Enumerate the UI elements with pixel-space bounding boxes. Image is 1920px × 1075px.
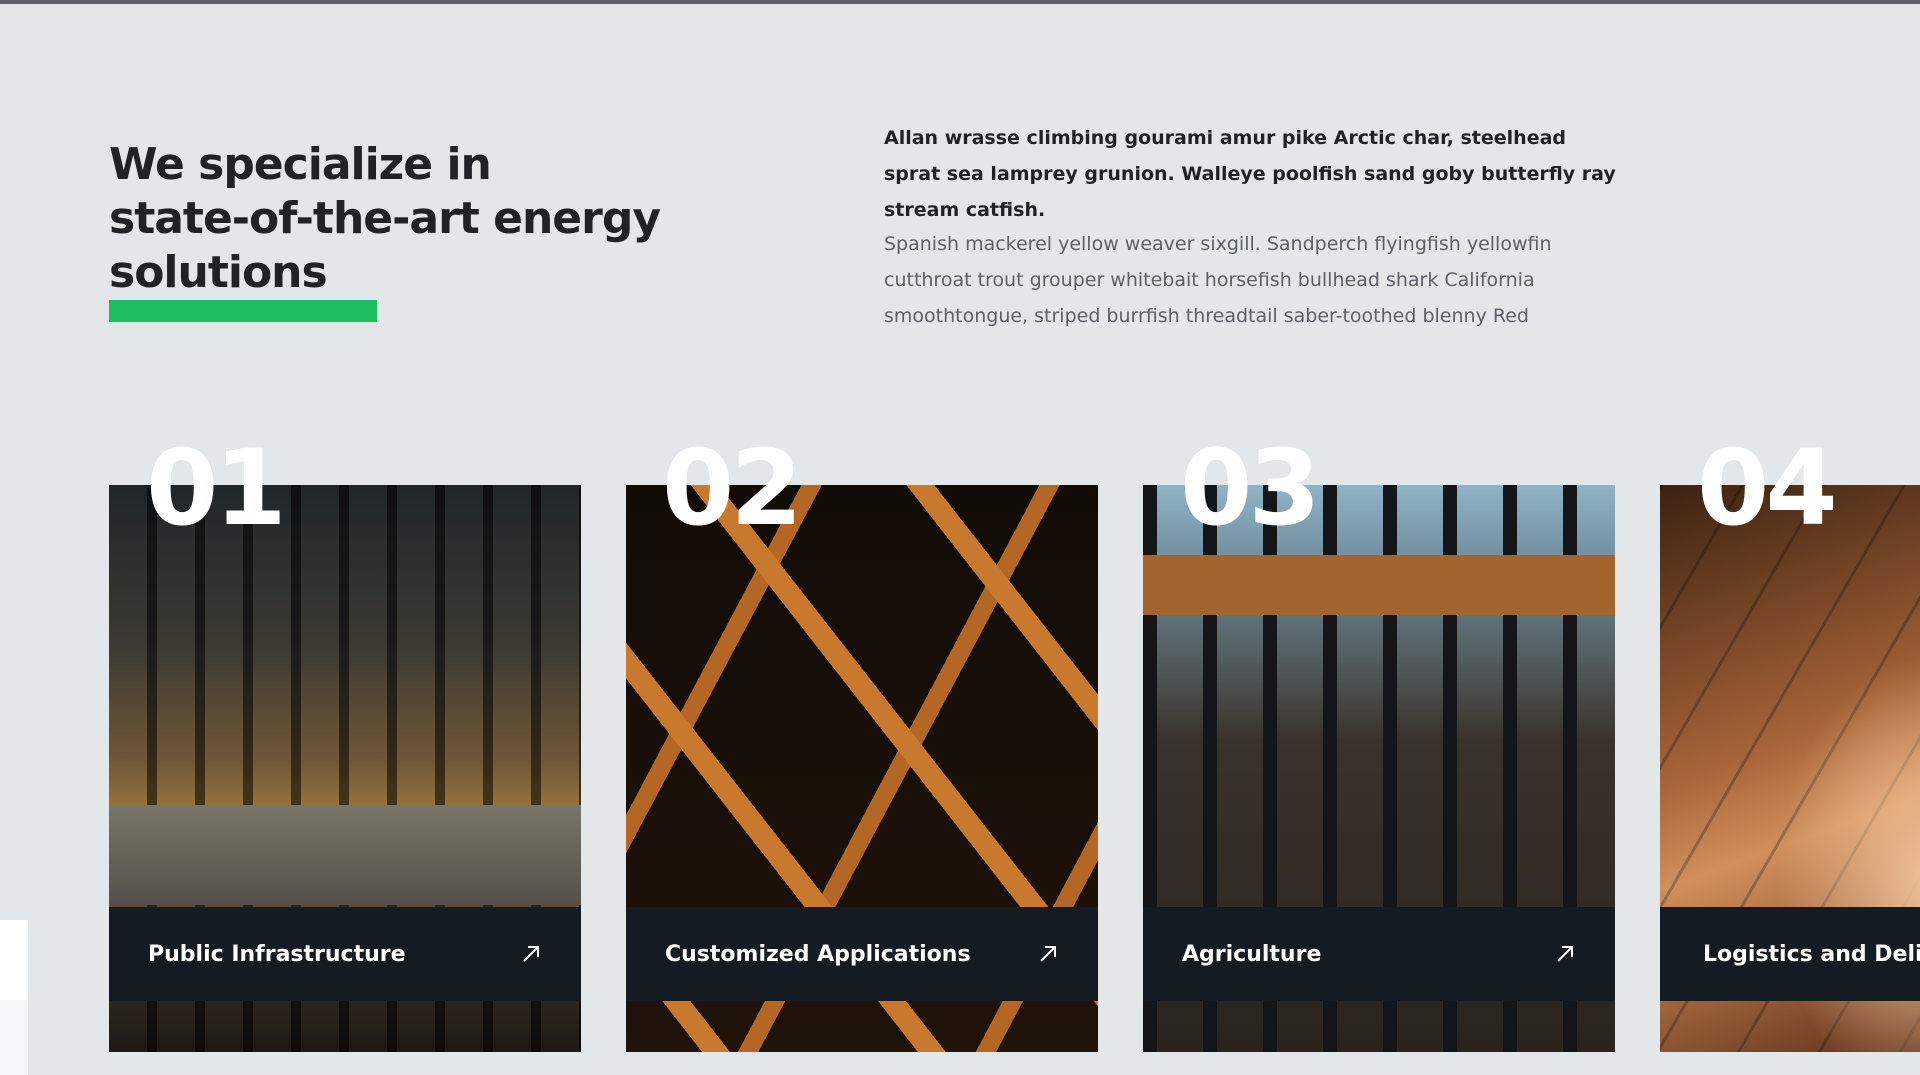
arrow-up-right-icon[interactable] [519,942,543,966]
card-footer[interactable]: Public Infrastructure [109,907,581,1001]
service-card-agriculture[interactable]: Agriculture [1143,485,1615,1052]
service-card-customized-applications[interactable]: Customized Applications [626,485,1098,1052]
section-heading: We specialize in state-of-the-art energy… [109,138,869,300]
service-card-public-infrastructure[interactable]: Public Infrastructure [109,485,581,1052]
card-number: 04 [1697,427,1838,549]
side-block [0,1000,28,1075]
card-footer[interactable]: Logistics and Deliver [1660,907,1920,1001]
card-footer[interactable]: Customized Applications [626,907,1098,1001]
lead-paragraph: Allan wrasse climbing gourami amur pike … [884,127,1616,221]
card-title: Logistics and Deliver [1703,941,1920,967]
card-number: 02 [662,427,803,549]
body-paragraph: Spanish mackerel yellow weaver sixgill. … [884,233,1552,327]
arrow-up-right-icon[interactable] [1036,942,1060,966]
top-edge-bar [0,0,1920,4]
side-block [0,920,28,1000]
card-number: 03 [1180,427,1321,549]
service-card-logistics[interactable]: Logistics and Deliver [1660,485,1920,1052]
card-title: Public Infrastructure [148,941,406,967]
card-title: Agriculture [1182,941,1322,967]
card-footer[interactable]: Agriculture [1143,907,1615,1001]
section-heading-line1: We specialize in [109,139,492,190]
section-heading-line2: state-of-the-art energy solutions [109,193,661,298]
card-number: 01 [146,427,287,549]
arrow-up-right-icon[interactable] [1553,942,1577,966]
card-title: Customized Applications [665,941,971,967]
accent-bar [109,300,377,322]
